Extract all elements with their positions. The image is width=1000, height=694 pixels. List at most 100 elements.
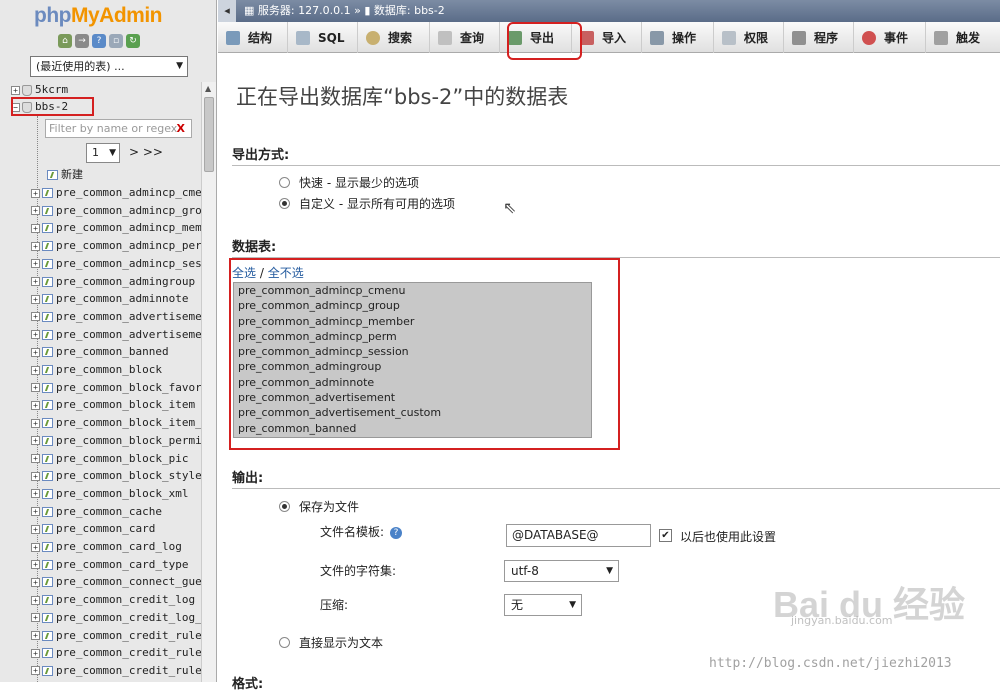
expand-icon[interactable]: + xyxy=(31,489,40,499)
nav-table-item[interactable]: + pre_common_block_style xyxy=(31,467,216,485)
radio-button[interactable] xyxy=(279,177,290,188)
expand-icon[interactable]: + xyxy=(31,595,40,605)
breadcrumb-server[interactable]: 服务器: 127.0.0.1 xyxy=(258,4,351,17)
nav-table-item[interactable]: + pre_common_credit_log xyxy=(31,591,216,609)
compression-select[interactable]: 无 ▼ xyxy=(504,594,582,616)
expand-icon[interactable]: + xyxy=(31,631,40,640)
nav-table-item[interactable]: + pre_common_admingroup xyxy=(31,273,216,291)
table-option[interactable]: pre_common_admincp_group xyxy=(234,298,591,313)
tab-query[interactable]: 查询 xyxy=(430,22,500,53)
expand-icon[interactable]: + xyxy=(31,418,40,428)
nav-table-item[interactable]: + pre_common_credit_rule xyxy=(31,627,216,645)
table-multiselect[interactable]: pre_common_admincp_cmenu pre_common_admin… xyxy=(233,282,592,438)
radio-quick[interactable]: 快速 - 显示最少的选项 xyxy=(279,174,419,191)
nav-table-item[interactable]: + pre_common_credit_log_field xyxy=(31,609,216,627)
nav-table-item[interactable]: + pre_common_advertisement xyxy=(31,308,216,326)
tab-search[interactable]: 搜索 xyxy=(358,22,430,53)
logout-icon[interactable]: → xyxy=(75,34,89,48)
help-icon[interactable]: ? xyxy=(92,34,106,48)
table-option[interactable]: pre_common_advertisement xyxy=(234,390,591,405)
new-table-link[interactable]: 新建 xyxy=(47,166,216,184)
nav-table-item[interactable]: + pre_common_block xyxy=(31,361,216,379)
table-option[interactable]: pre_common_banned xyxy=(234,421,591,436)
expand-icon[interactable]: + xyxy=(31,259,40,269)
expand-icon[interactable]: + xyxy=(31,347,40,357)
nav-table-item[interactable]: +pre_common_credit_rule_log_field xyxy=(31,662,216,680)
page-select[interactable]: 1 ▼ xyxy=(86,143,120,163)
table-option[interactable]: pre_common_adminnote xyxy=(234,375,591,390)
nav-table-item[interactable]: + pre_common_adminnote xyxy=(31,290,216,308)
expand-icon[interactable]: + xyxy=(31,454,40,463)
help-icon[interactable]: ? xyxy=(390,526,403,539)
phpmyadmin-logo[interactable]: phpMyAdmin xyxy=(34,4,162,28)
filename-template-input[interactable]: @DATABASE@ xyxy=(506,524,651,547)
expand-icon[interactable]: + xyxy=(31,330,40,340)
expand-icon[interactable]: + xyxy=(31,277,40,286)
radio-button[interactable] xyxy=(279,637,290,648)
nav-table-item[interactable]: + pre_common_banned xyxy=(31,343,216,361)
expand-icon[interactable]: + xyxy=(31,294,40,304)
expand-icon[interactable]: + xyxy=(31,666,40,676)
expand-icon[interactable]: + xyxy=(31,400,40,410)
nav-table-item[interactable]: + pre_common_block_favorite xyxy=(31,379,216,397)
expand-icon[interactable]: + xyxy=(31,542,40,552)
table-option[interactable]: pre_common_admingroup xyxy=(234,359,591,374)
tab-operations[interactable]: 操作 xyxy=(642,22,714,53)
expand-icon[interactable]: + xyxy=(31,206,40,216)
nav-table-item[interactable]: + pre_common_card_type xyxy=(31,556,216,574)
nav-table-item[interactable]: + pre_common_block_item xyxy=(31,396,216,414)
home-icon[interactable]: ⌂ xyxy=(58,34,72,48)
nav-table-item[interactable]: + pre_common_cache xyxy=(31,503,216,521)
nav-table-item[interactable]: + pre_common_block_permission xyxy=(31,432,216,450)
radio-show-text[interactable]: 直接显示为文本 xyxy=(279,634,383,651)
nav-scrollbar[interactable]: ▲ xyxy=(201,82,216,682)
nav-table-item[interactable]: + pre_common_admincp_perm xyxy=(31,237,216,255)
tab-events[interactable]: 事件 xyxy=(854,22,926,53)
scroll-thumb[interactable] xyxy=(204,97,214,172)
expand-icon[interactable]: + xyxy=(11,85,20,95)
collapse-nav-icon[interactable]: ◂ xyxy=(218,0,236,22)
nav-table-item[interactable]: + pre_common_admincp_cmenu xyxy=(31,184,216,202)
radio-save-file[interactable]: 保存为文件 xyxy=(279,498,359,515)
clear-filter-icon[interactable]: X xyxy=(177,120,185,137)
table-filter-input[interactable]: Filter by name or regex X xyxy=(45,119,192,138)
tab-structure[interactable]: 结构 xyxy=(218,22,288,53)
table-option[interactable]: pre_common_admincp_member xyxy=(234,314,591,329)
expand-icon[interactable]: + xyxy=(31,648,40,658)
expand-icon[interactable]: + xyxy=(31,365,40,375)
reload-icon[interactable]: ↻ xyxy=(126,34,140,48)
docs-icon[interactable]: ▫ xyxy=(109,34,123,48)
nav-table-item[interactable]: + pre_common_credit_rule_log xyxy=(31,644,216,662)
nav-table-item[interactable]: + pre_common_block_pic xyxy=(31,450,216,468)
table-option[interactable]: pre_common_admincp_perm xyxy=(234,329,591,344)
radio-custom[interactable]: 自定义 - 显示所有可用的选项 xyxy=(279,195,455,212)
nav-table-item[interactable]: + pre_common_admincp_member xyxy=(31,219,216,237)
breadcrumb-database[interactable]: 数据库: bbs-2 xyxy=(374,4,445,17)
nav-table-item[interactable]: + pre_common_connect_guest xyxy=(31,573,216,591)
charset-select[interactable]: utf-8 ▼ xyxy=(504,560,619,582)
radio-button[interactable] xyxy=(279,198,290,209)
nav-table-item[interactable]: + pre_common_admincp_session xyxy=(31,255,216,273)
table-option[interactable]: pre_common_advertisement_custom xyxy=(234,405,591,420)
nav-table-item[interactable]: + pre_common_card xyxy=(31,520,216,538)
nav-table-item[interactable]: +pre_common_advertisement_custom xyxy=(31,326,216,344)
expand-icon[interactable]: + xyxy=(31,560,40,570)
remember-checkbox[interactable]: ✔ xyxy=(659,529,672,542)
nav-table-item[interactable]: + pre_common_admincp_group xyxy=(31,202,216,220)
expand-icon[interactable]: + xyxy=(31,223,40,233)
nav-table-item[interactable]: + pre_common_block_xml xyxy=(31,485,216,503)
expand-icon[interactable]: + xyxy=(31,613,40,623)
expand-icon[interactable]: + xyxy=(31,524,40,534)
tab-import[interactable]: 导入 xyxy=(572,22,642,53)
tab-routines[interactable]: 程序 xyxy=(784,22,854,53)
tab-triggers[interactable]: 触发 xyxy=(926,22,1000,53)
tab-privileges[interactable]: 权限 xyxy=(714,22,784,53)
expand-icon[interactable]: + xyxy=(31,471,40,481)
recent-tables-select[interactable]: (最近使用的表) ... ▼ xyxy=(30,56,188,77)
expand-icon[interactable]: + xyxy=(31,436,40,446)
page-nav-links[interactable]: > >> xyxy=(129,145,163,159)
scroll-up-icon[interactable]: ▲ xyxy=(205,84,211,93)
expand-icon[interactable]: + xyxy=(31,507,40,517)
table-option[interactable]: pre_common_admincp_session xyxy=(234,344,591,359)
nav-table-item[interactable]: + pre_common_card_log xyxy=(31,538,216,556)
